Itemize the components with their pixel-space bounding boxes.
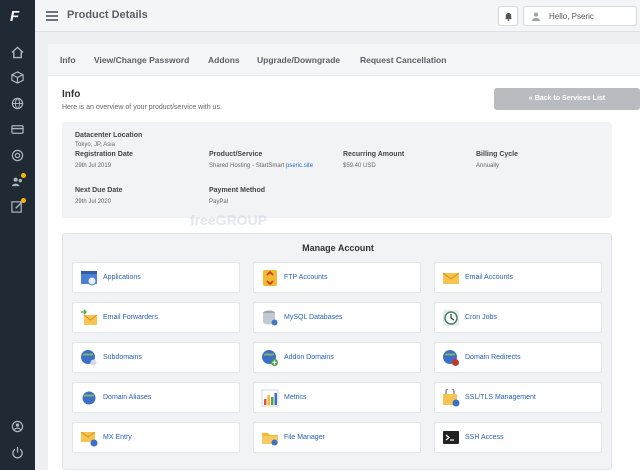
product-details-panel: Info View/Change Password Addons Upgrade…: [48, 44, 640, 470]
product-value: Shared Hosting - StartSmart pseric.site: [209, 163, 314, 169]
user-greeting: Hello, Pseric: [549, 12, 594, 21]
manage-account-title: Manage Account: [302, 243, 374, 253]
tab-upgrade-downgrade[interactable]: Upgrade/Downgrade: [257, 55, 340, 65]
bell-icon: [504, 12, 513, 21]
users-icon[interactable]: [11, 173, 26, 188]
mx-entry-icon: [80, 429, 98, 447]
card-cron-jobs[interactable]: Cron Jobs: [434, 302, 602, 333]
billing-label: Billing Cycle: [476, 151, 519, 158]
billing-value: Annually: [476, 163, 500, 169]
tab-addons[interactable]: Addons: [208, 55, 240, 65]
terminal-icon: [442, 429, 460, 447]
tab-request-cancellation[interactable]: Request Cancellation: [360, 55, 446, 65]
edit-icon[interactable]: [11, 198, 26, 213]
section-title: Info: [62, 89, 81, 100]
recurring-label: Recurring Amount: [343, 151, 405, 158]
card-email-accounts[interactable]: Email Accounts: [434, 262, 602, 293]
tab-bar: Info View/Change Password Addons Upgrade…: [48, 44, 640, 76]
top-bar: Product Details Hello, Pseric: [35, 0, 640, 32]
menu-icon[interactable]: [46, 11, 58, 21]
logo[interactable]: F: [10, 9, 26, 25]
addon-domains-icon: [261, 349, 279, 367]
payment-label: Payment Method: [209, 187, 266, 194]
email-forwarders-icon: [80, 309, 98, 327]
applications-icon: [80, 269, 98, 287]
page-title: Product Details: [67, 9, 148, 21]
globe-icon[interactable]: [11, 97, 24, 110]
card-mx-entry[interactable]: MX Entry: [72, 422, 240, 453]
registration-value: 29th Jul 2019: [75, 163, 112, 169]
card-ftp-accounts[interactable]: FTP Accounts: [253, 262, 421, 293]
next-due-value: 29th Jul 2020: [75, 199, 112, 205]
ssl-icon: [442, 389, 460, 407]
tab-change-password[interactable]: View/Change Password: [94, 55, 189, 65]
payment-value: PayPal: [209, 199, 229, 205]
card-mysql-databases[interactable]: MySQL Databases: [253, 302, 421, 333]
cube-icon[interactable]: [11, 71, 24, 84]
card-subdomains[interactable]: Subdomains: [72, 342, 240, 373]
subdomains-icon: [80, 349, 98, 367]
metrics-icon: [261, 389, 279, 407]
registration-label: Registration Date: [75, 151, 133, 158]
card-icon[interactable]: [11, 123, 24, 136]
sidebar: F: [0, 0, 35, 470]
lifebuoy-icon[interactable]: [11, 149, 24, 162]
manage-account: Manage Account Applications FTP Accounts…: [62, 233, 612, 470]
datacenter-value: Tokyo, JP, Asia: [75, 142, 115, 148]
service-details: Datacenter Location Tokyo, JP, Asia Regi…: [62, 122, 612, 218]
clock-icon: [442, 309, 460, 327]
notifications-button[interactable]: [498, 6, 518, 26]
email-icon: [442, 269, 460, 287]
ftp-icon: [261, 269, 279, 287]
recurring-value: $59.40 USD: [343, 163, 376, 169]
card-file-manager[interactable]: File Manager: [253, 422, 421, 453]
back-to-services-button[interactable]: « Back to Services List: [494, 88, 640, 110]
card-addon-domains[interactable]: Addon Domains: [253, 342, 421, 373]
notification-dot: [21, 173, 26, 178]
card-ssl-tls-management[interactable]: SSL/TLS Management: [434, 382, 602, 413]
user-menu-button[interactable]: Hello, Pseric: [523, 6, 637, 26]
notification-dot: [21, 198, 26, 203]
database-icon: [261, 309, 279, 327]
domain-aliases-icon: [80, 389, 98, 407]
tab-info[interactable]: Info: [60, 55, 76, 65]
card-applications[interactable]: Applications: [72, 262, 240, 293]
watermark: freeGROUP: [190, 212, 268, 228]
domain-link[interactable]: pseric.site: [286, 163, 313, 169]
home-icon[interactable]: [11, 46, 24, 59]
card-domain-redirects[interactable]: Domain Redirects: [434, 342, 602, 373]
power-icon[interactable]: [11, 446, 24, 459]
next-due-label: Next Due Date: [75, 187, 123, 194]
card-email-forwarders[interactable]: Email Forwarders: [72, 302, 240, 333]
user-circle-icon[interactable]: [11, 420, 24, 433]
datacenter-label: Datacenter Location: [75, 132, 143, 139]
section-subtitle: Here is an overview of your product/serv…: [62, 104, 222, 111]
user-icon: [532, 12, 540, 21]
card-domain-aliases[interactable]: Domain Aliases: [72, 382, 240, 413]
card-metrics[interactable]: Metrics: [253, 382, 421, 413]
folder-icon: [261, 429, 279, 447]
card-ssh-access[interactable]: SSH Access: [434, 422, 602, 453]
product-label: Product/Service: [209, 151, 263, 158]
domain-redirects-icon: [442, 349, 460, 367]
